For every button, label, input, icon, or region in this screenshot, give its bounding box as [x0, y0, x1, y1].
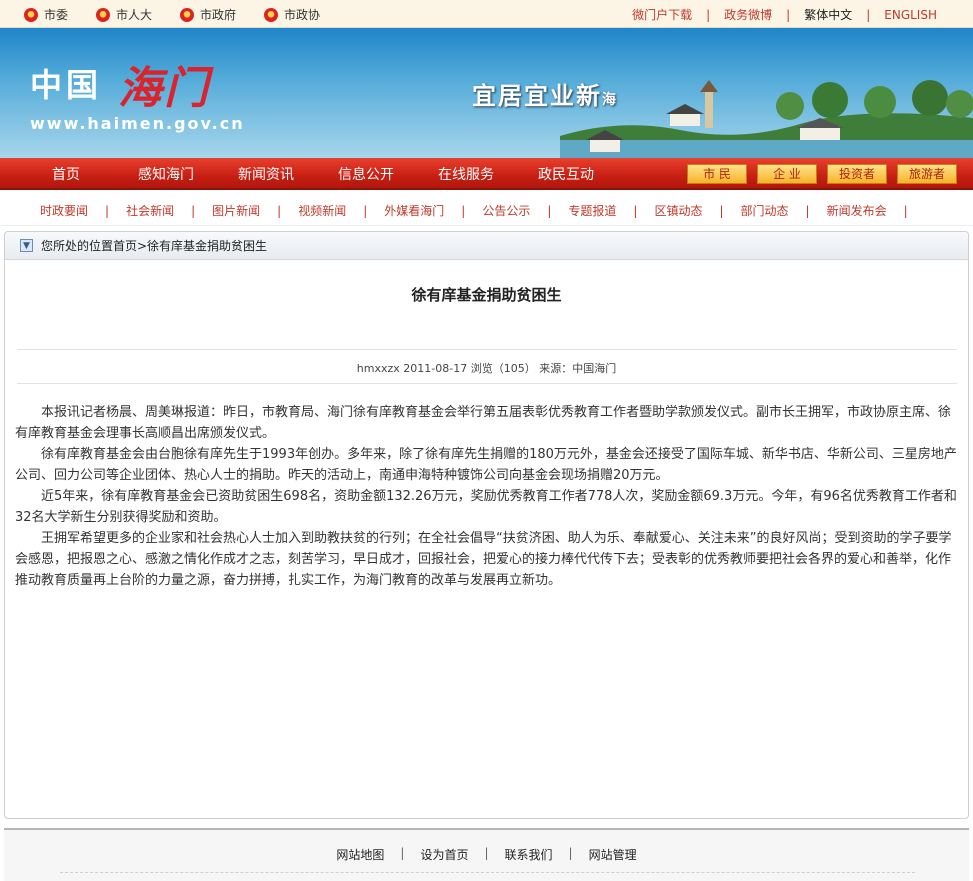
nav-home[interactable]: 首页	[16, 164, 116, 184]
sub-nav: 时政要闻 | 社会新闻 | 图片新闻 | 视频新闻 | 外媒看海门 | 公告公示 | 专题报…	[0, 192, 973, 226]
english-link[interactable]: ENGLISH	[870, 8, 951, 22]
subnav-political-news[interactable]: 时政要闻	[40, 202, 88, 219]
nav-info-disclosure[interactable]: 信息公开	[316, 164, 416, 184]
citizen-button[interactable]: 市 民	[687, 164, 747, 184]
separator: |	[547, 203, 552, 218]
top-left-links: 市委 市人大 市政府 市政协	[24, 6, 348, 23]
main-nav-items: 首页 感知海门 新闻资讯 信息公开 在线服务 政民互动	[16, 158, 616, 190]
separator: |	[400, 846, 405, 860]
subnav-photo-news[interactable]: 图片新闻	[212, 202, 260, 219]
subnav-district-news[interactable]: 区镇动态	[654, 202, 702, 219]
footer-contact-link[interactable]: 联系我们	[505, 846, 553, 863]
site-url: www.haimen.gov.cn	[30, 114, 245, 133]
top-right-links: 微门户下载 | 政务微博 | 繁体中文 | ENGLISH	[618, 6, 951, 23]
article-paragraph: 王拥军希望更多的企业家和社会热心人士加入到助教扶贫的行列；在全社会倡导“扶贫济困…	[15, 531, 952, 588]
down-arrow-icon: ▼	[20, 239, 33, 252]
main-nav: 首页 感知海门 新闻资讯 信息公开 在线服务 政民互动 市 民 企 业 投资者 …	[0, 158, 973, 190]
article-paragraph: 本报讯记者杨晨、周美琳报道：昨日，市教育局、海门徐有庠教育基金会举行第五届表彰优…	[15, 405, 952, 441]
divider	[17, 383, 957, 384]
emblem-icon	[180, 7, 195, 22]
subnav-press-conference[interactable]: 新闻发布会	[827, 202, 887, 219]
gov-weibo-link[interactable]: 政务微博	[710, 6, 786, 23]
subnav-department-news[interactable]: 部门动态	[741, 202, 789, 219]
separator: |	[805, 203, 810, 218]
footer: 网站地图 | 设为首页 | 联系我们 | 网站管理	[4, 828, 969, 881]
top-link-cppcc[interactable]: 市政协	[264, 6, 320, 23]
article-panel: ▼ 您所处的位置首页>徐有庠基金捐助贫困生 徐有庠基金捐助贫困生 hmxxzx …	[4, 231, 969, 819]
traditional-chinese-link[interactable]: 繁体中文	[790, 6, 866, 23]
emblem-icon	[264, 7, 279, 22]
article-paragraph: 徐有庠教育基金会由台胞徐有庠先生于1993年创办。多年来，除了徐有庠先生捐赠的1…	[15, 447, 957, 483]
divider	[17, 349, 957, 350]
separator: |	[719, 203, 724, 218]
footer-admin-link[interactable]: 网站管理	[589, 846, 637, 863]
investor-button[interactable]: 投资者	[827, 164, 887, 184]
subnav-announcements[interactable]: 公告公示	[482, 202, 530, 219]
subnav-special-reports[interactable]: 专题报道	[568, 202, 616, 219]
header-banner: 中国 海门 www.haimen.gov.cn 宜居宜业新海	[0, 28, 973, 158]
micro-portal-download-link[interactable]: 微门户下载	[618, 6, 706, 23]
separator: |	[105, 203, 110, 218]
nav-interaction[interactable]: 政民互动	[516, 164, 616, 184]
divider	[60, 872, 915, 873]
top-link-peoples-congress[interactable]: 市人大	[96, 6, 152, 23]
separator: |	[461, 203, 466, 218]
top-bar: 市委 市人大 市政府 市政协 微门户下载 | 政务微博 | 繁体中文 | ENG…	[0, 0, 973, 28]
sub-nav-items: 时政要闻 | 社会新闻 | 图片新闻 | 视频新闻 | 外媒看海门 | 公告公示 | 专题报…	[40, 202, 925, 219]
subnav-foreign-media[interactable]: 外媒看海门	[384, 202, 444, 219]
separator: |	[633, 203, 638, 218]
logo-haimen-text: 海门	[118, 63, 210, 114]
article-paragraph: 近5年来，徐有庠教育基金会已资助贫困生698名，资助金额132.26万元，奖励优…	[15, 489, 957, 525]
article-body: 本报讯记者杨晨、周美琳报道：昨日，市教育局、海门徐有庠教育基金会举行第五届表彰优…	[15, 402, 957, 591]
separator: |	[191, 203, 196, 218]
footer-sitemap-link[interactable]: 网站地图	[336, 846, 384, 863]
enterprise-button[interactable]: 企 业	[757, 164, 817, 184]
separator: |	[363, 203, 368, 218]
separator: |	[484, 846, 489, 860]
separator: |	[277, 203, 282, 218]
separator: |	[903, 203, 908, 218]
audience-buttons: 市 民 企 业 投资者 旅游者	[677, 164, 957, 184]
top-link-party-committee[interactable]: 市委	[24, 6, 68, 23]
article-title: 徐有庠基金捐助贫困生	[411, 286, 562, 304]
subnav-social-news[interactable]: 社会新闻	[126, 202, 174, 219]
nav-news[interactable]: 新闻资讯	[216, 164, 316, 184]
subnav-video-news[interactable]: 视频新闻	[298, 202, 346, 219]
footer-set-homepage-link[interactable]: 设为首页	[420, 846, 468, 863]
nav-online-service[interactable]: 在线服务	[416, 164, 516, 184]
tourist-button[interactable]: 旅游者	[897, 164, 957, 184]
breadcrumb: ▼ 您所处的位置首页>徐有庠基金捐助贫困生	[5, 232, 968, 260]
logo-china-text: 中国	[30, 66, 103, 104]
separator: |	[568, 846, 573, 860]
landscape-illustration	[560, 80, 973, 158]
top-link-government[interactable]: 市政府	[180, 6, 236, 23]
footer-links: 网站地图 | 设为首页 | 联系我们 | 网站管理	[4, 846, 969, 863]
emblem-icon	[24, 7, 38, 22]
breadcrumb-text: 您所处的位置首页>徐有庠基金捐助贫困生	[41, 239, 268, 253]
nav-perceive-haimen[interactable]: 感知海门	[116, 164, 216, 184]
article-meta: hmxxzx 2011-08-17 浏览（105） 来源：中国海门	[356, 362, 617, 375]
emblem-icon	[96, 7, 111, 22]
